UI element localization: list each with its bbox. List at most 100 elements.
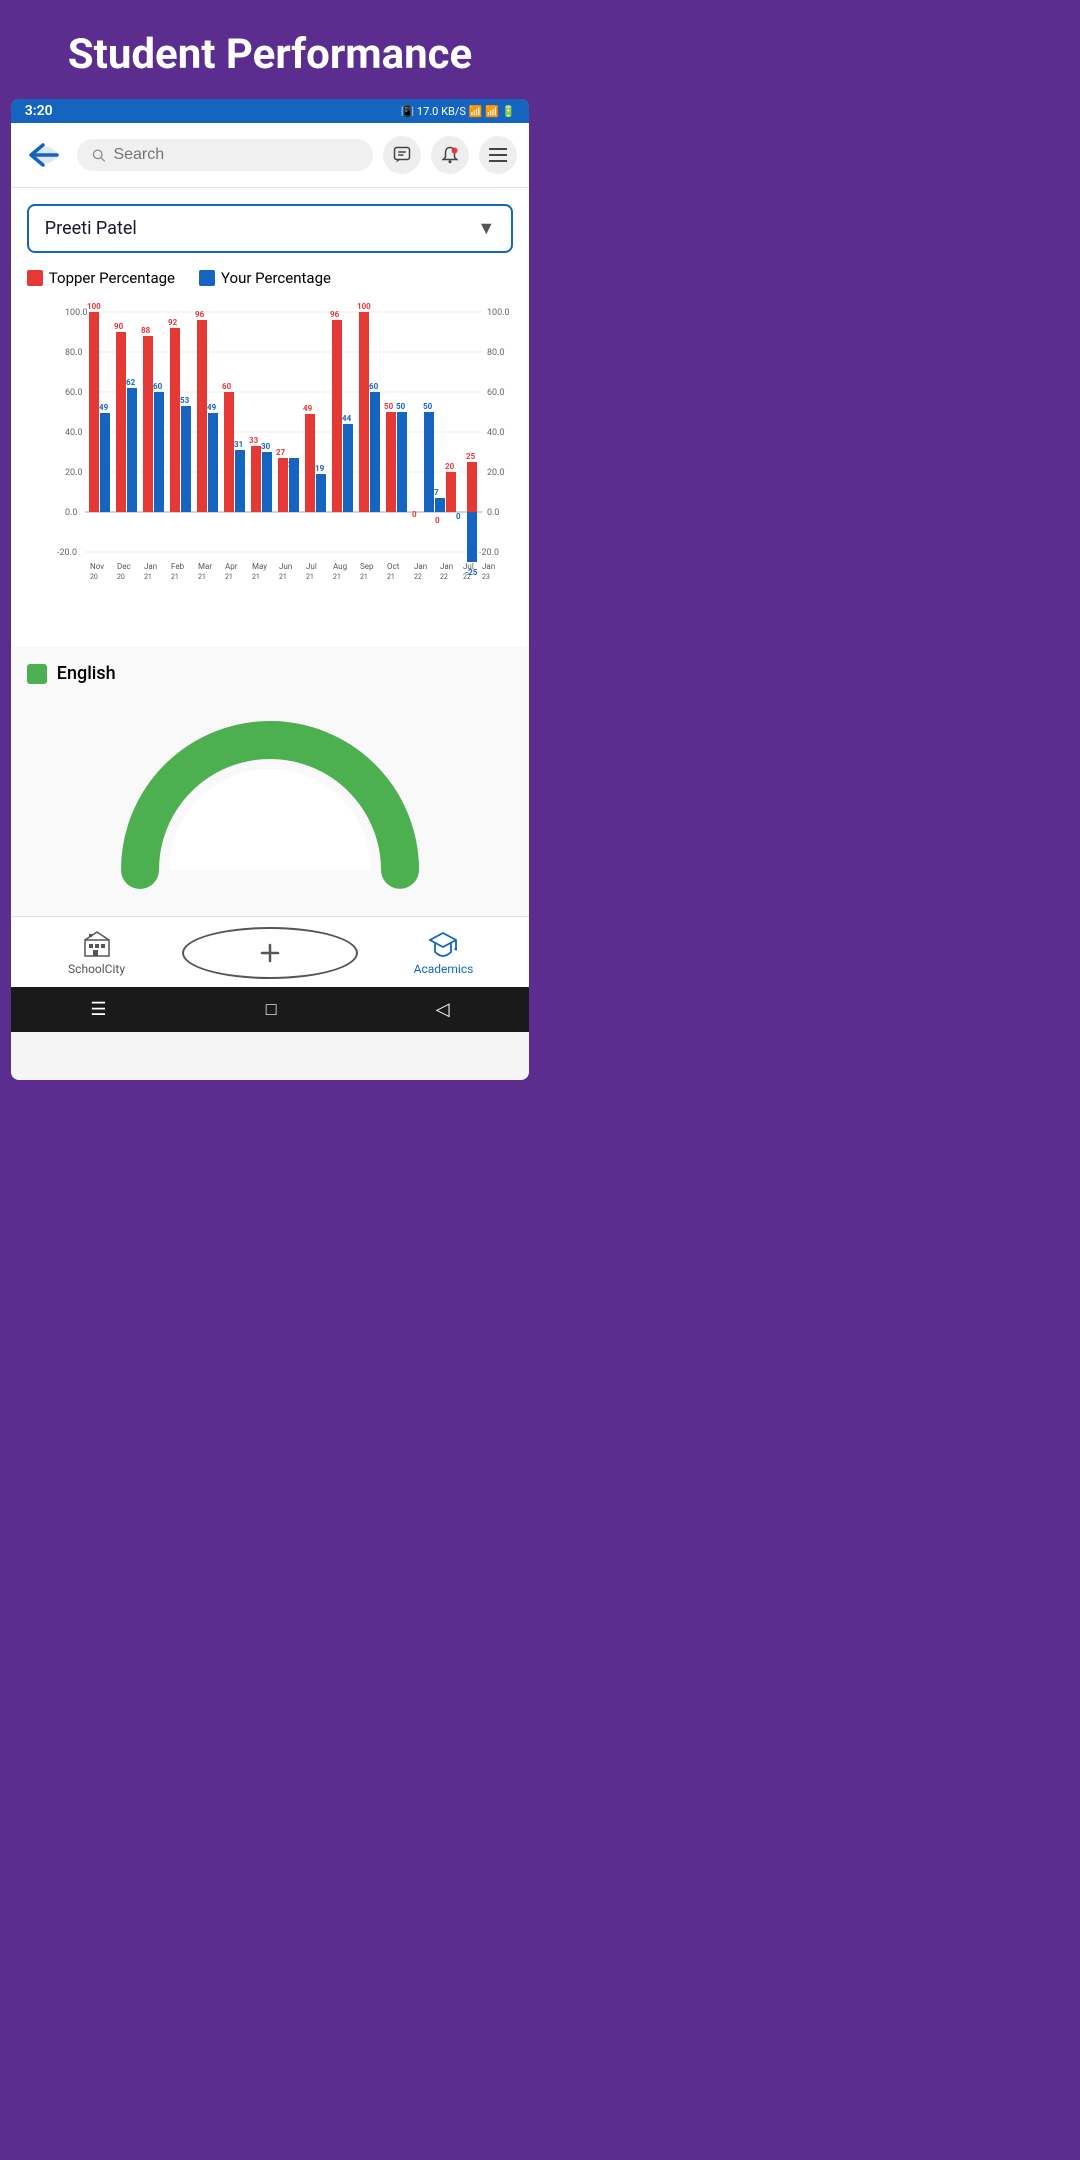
- chat-button[interactable]: [383, 136, 421, 174]
- svg-text:21: 21: [144, 573, 152, 581]
- svg-text:23: 23: [482, 573, 490, 581]
- back-arrow-icon: [27, 137, 63, 173]
- topper-legend-label: Topper Percentage: [49, 269, 175, 287]
- android-back-button[interactable]: ◁: [436, 999, 450, 1020]
- svg-text:21: 21: [171, 573, 179, 581]
- svg-text:Apr: Apr: [225, 562, 238, 571]
- svg-text:Jun: Jun: [279, 562, 292, 571]
- android-home-button[interactable]: □: [266, 999, 277, 1020]
- svg-text:80.0: 80.0: [487, 348, 505, 358]
- status-icons: 📳 17.0 KB/S 📶 📶 🔋: [400, 105, 515, 118]
- chart-legend: Topper Percentage Your Percentage: [27, 269, 513, 287]
- svg-text:44: 44: [342, 414, 352, 423]
- svg-text:49: 49: [207, 403, 217, 412]
- svg-text:20.0: 20.0: [65, 468, 83, 478]
- main-content: Preeti Patel ▼ Topper Percentage Your Pe…: [11, 188, 529, 647]
- academics-nav-item[interactable]: Academics: [358, 930, 529, 976]
- svg-text:22: 22: [440, 573, 448, 581]
- svg-text:30: 30: [261, 442, 271, 451]
- svg-text:Jul: Jul: [306, 562, 317, 571]
- svg-text:21: 21: [279, 573, 287, 581]
- svg-text:Jan: Jan: [482, 562, 495, 571]
- svg-text:25: 25: [466, 452, 476, 461]
- svg-text:0.0: 0.0: [487, 508, 500, 518]
- svg-text:21: 21: [333, 573, 341, 581]
- svg-text:21: 21: [360, 573, 368, 581]
- svg-text:40.0: 40.0: [65, 428, 83, 438]
- svg-text:Nov: Nov: [90, 562, 104, 571]
- bar-chart: 100.0 80.0 60.0 40.0 20.0 0.0 -20.0 100.…: [27, 297, 513, 621]
- svg-text:50: 50: [384, 402, 394, 411]
- add-button[interactable]: [182, 927, 357, 979]
- bell-icon: [441, 146, 459, 164]
- svg-text:0: 0: [412, 510, 417, 519]
- search-box[interactable]: [77, 139, 373, 171]
- svg-text:20: 20: [445, 462, 455, 471]
- svg-text:0.0: 0.0: [65, 508, 78, 518]
- svg-text:-20.0: -20.0: [57, 548, 77, 558]
- svg-text:27: 27: [276, 448, 286, 457]
- android-nav-bar: ☰ □ ◁: [11, 987, 529, 1032]
- subject-label: English: [27, 663, 513, 684]
- gauge-svg: [120, 710, 420, 890]
- svg-text:21: 21: [198, 573, 206, 581]
- page-title: Student Performance: [20, 30, 520, 79]
- svg-text:Sep: Sep: [360, 562, 374, 571]
- search-input[interactable]: [113, 146, 359, 164]
- svg-text:96: 96: [330, 310, 340, 319]
- svg-text:27: 27: [288, 460, 298, 469]
- svg-text:50: 50: [396, 402, 406, 411]
- subject-section: English: [11, 647, 529, 916]
- student-dropdown[interactable]: Preeti Patel ▼: [27, 204, 513, 253]
- android-menu-button[interactable]: ☰: [90, 999, 106, 1020]
- svg-text:50: 50: [423, 402, 433, 411]
- subject-color-dot: [27, 664, 47, 684]
- subject-name: English: [57, 663, 116, 684]
- dropdown-arrow-icon: ▼: [477, 218, 495, 239]
- svg-text:62: 62: [126, 378, 136, 387]
- svg-text:21: 21: [252, 573, 260, 581]
- add-icon: [258, 941, 282, 965]
- menu-button[interactable]: [479, 136, 517, 174]
- svg-text:100.0: 100.0: [487, 308, 510, 318]
- svg-text:20.0: 20.0: [487, 468, 505, 478]
- school-city-nav-item[interactable]: SchoolCity: [11, 930, 182, 976]
- svg-text:31: 31: [234, 440, 243, 449]
- svg-text:Jan: Jan: [144, 562, 157, 571]
- svg-text:7: 7: [434, 488, 439, 497]
- svg-text:60.0: 60.0: [487, 388, 505, 398]
- svg-text:96: 96: [195, 310, 205, 319]
- topper-legend-item: Topper Percentage: [27, 269, 175, 287]
- svg-text:Jan: Jan: [440, 562, 453, 571]
- svg-text:60.0: 60.0: [65, 388, 83, 398]
- svg-text:60: 60: [369, 382, 379, 391]
- svg-text:20: 20: [117, 573, 125, 581]
- bottom-nav: SchoolCity Academics: [11, 916, 529, 987]
- svg-text:33: 33: [249, 436, 259, 445]
- svg-text:Oct: Oct: [387, 562, 400, 571]
- academics-icon: [429, 930, 457, 958]
- notification-button[interactable]: [431, 136, 469, 174]
- svg-text:Mar: Mar: [198, 562, 212, 571]
- svg-text:0: 0: [435, 516, 440, 525]
- chat-icon: [393, 146, 411, 164]
- top-nav: [11, 123, 529, 188]
- search-icon: [91, 147, 106, 163]
- svg-text:21: 21: [306, 573, 314, 581]
- svg-text:92: 92: [168, 318, 178, 327]
- svg-text:60: 60: [153, 382, 163, 391]
- your-legend-item: Your Percentage: [199, 269, 331, 287]
- svg-text:Dec: Dec: [117, 562, 131, 571]
- svg-text:100: 100: [357, 302, 371, 311]
- status-bar: 3:20 📳 17.0 KB/S 📶 📶 🔋: [11, 99, 529, 123]
- back-button[interactable]: [23, 133, 67, 177]
- svg-text:19: 19: [315, 464, 325, 473]
- status-time: 3:20: [25, 103, 53, 119]
- svg-text:May: May: [252, 562, 267, 571]
- svg-text:60: 60: [222, 382, 232, 391]
- selected-student: Preeti Patel: [45, 218, 137, 239]
- svg-text:-20.0: -20.0: [479, 548, 499, 558]
- topper-legend-color: [27, 270, 43, 286]
- school-city-label: SchoolCity: [68, 962, 125, 976]
- svg-text:22: 22: [414, 573, 422, 581]
